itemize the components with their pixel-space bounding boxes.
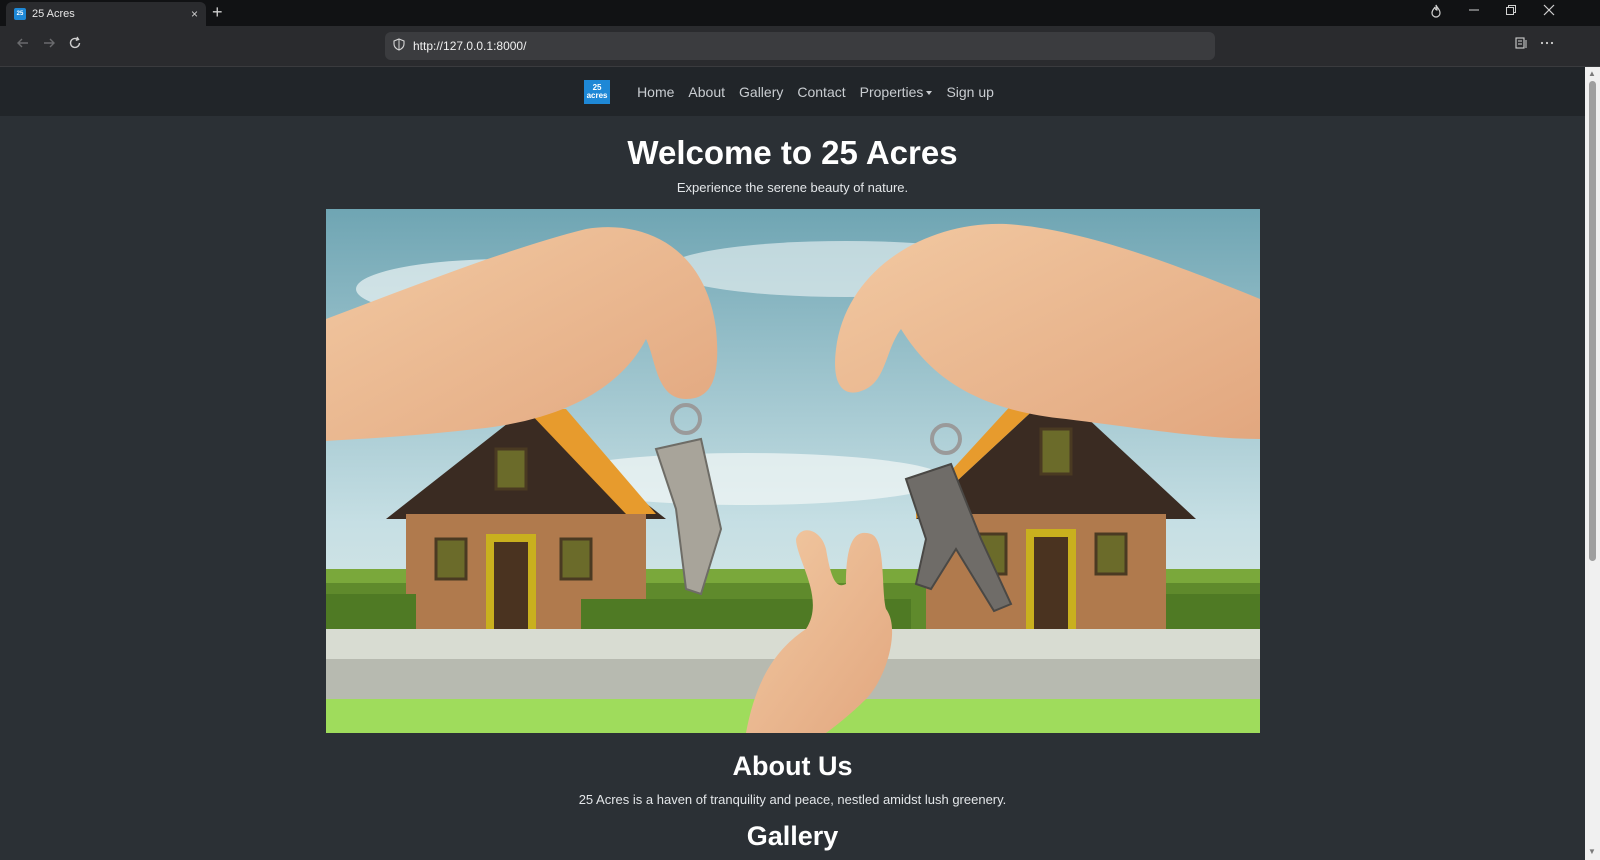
scroll-down-icon[interactable]: ▼ xyxy=(1588,847,1596,856)
site-navbar: 25 acres Home About Gallery Contact Prop… xyxy=(0,67,1585,116)
reload-icon[interactable] xyxy=(68,36,82,55)
url-text[interactable]: http://127.0.0.1:8000/ xyxy=(413,39,526,53)
scroll-thumb[interactable] xyxy=(1589,81,1596,561)
back-icon[interactable] xyxy=(16,36,30,55)
hero-subtitle: Experience the serene beauty of nature. xyxy=(676,180,909,195)
about-text: 25 Acres is a haven of tranquility and p… xyxy=(578,792,1007,807)
collections-icon[interactable] xyxy=(1514,36,1528,53)
address-bar[interactable]: http://127.0.0.1:8000/ xyxy=(385,32,1215,60)
close-window-icon[interactable] xyxy=(1543,4,1555,19)
flame-icon[interactable] xyxy=(1430,4,1443,21)
page-scrollbar[interactable]: ▲ ▼ xyxy=(1585,67,1600,860)
browser-tabbar: 25 25 Acres × + xyxy=(0,0,1600,26)
logo-word: acres xyxy=(586,90,608,100)
browser-tab[interactable]: 25 25 Acres × xyxy=(6,2,206,26)
nav-link-home[interactable]: Home xyxy=(637,84,674,100)
close-tab-icon[interactable]: × xyxy=(191,7,198,21)
nav-link-about[interactable]: About xyxy=(688,84,725,100)
more-menu-icon[interactable] xyxy=(1540,36,1554,53)
page-viewport: 25 acres Home About Gallery Contact Prop… xyxy=(0,67,1585,860)
about-title: About Us xyxy=(732,751,853,781)
restore-icon[interactable] xyxy=(1505,4,1517,19)
forward-icon[interactable] xyxy=(42,36,56,55)
nav-link-gallery[interactable]: Gallery xyxy=(739,84,783,100)
nav-dropdown-properties[interactable]: Properties xyxy=(860,84,933,100)
new-tab-button[interactable]: + xyxy=(212,2,223,22)
nav-link-signup[interactable]: Sign up xyxy=(946,84,993,100)
tab-title: 25 Acres xyxy=(32,8,75,20)
hero-title: Welcome to 25 Acres xyxy=(627,134,958,171)
brand-logo[interactable]: 25 acres xyxy=(584,79,611,104)
scroll-up-icon[interactable]: ▲ xyxy=(1588,69,1596,78)
caret-down-icon xyxy=(926,90,933,95)
shield-icon[interactable] xyxy=(393,38,405,54)
site-favicon-icon: 25 xyxy=(14,8,26,20)
browser-toolbar: http://127.0.0.1:8000/ xyxy=(0,26,1600,67)
minimize-icon[interactable] xyxy=(1468,4,1480,19)
nav-link-contact[interactable]: Contact xyxy=(797,84,845,100)
gallery-title: Gallery xyxy=(746,821,839,851)
properties-label: Properties xyxy=(859,83,924,100)
hero-image xyxy=(325,209,1260,733)
